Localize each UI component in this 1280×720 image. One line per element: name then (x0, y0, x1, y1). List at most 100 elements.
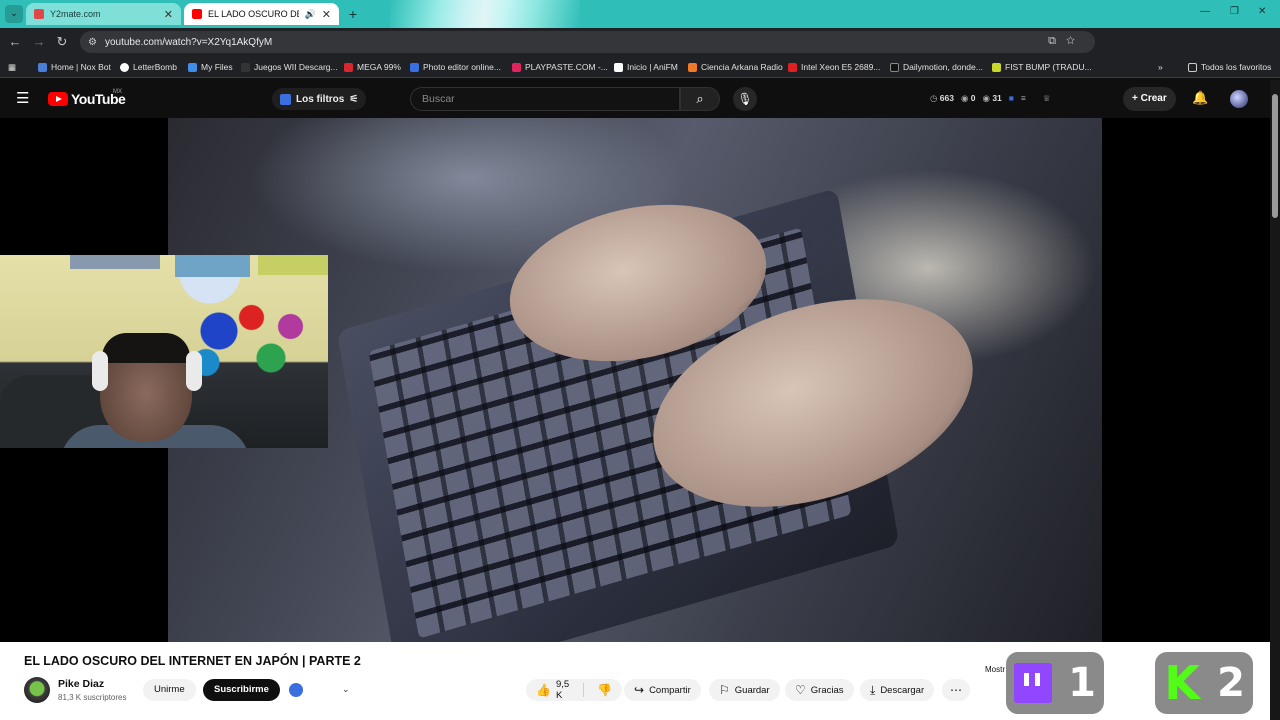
bookmark-item[interactable]: Home | Nox Bot (38, 60, 111, 74)
thanks-button[interactable]: ♡ Gracias (785, 679, 854, 701)
tab-title: EL LADO OSCURO DEL INTE (208, 9, 299, 19)
eye-icon: ◉ (960, 93, 969, 103)
menu-hamburger-icon[interactable]: ☰ (16, 91, 29, 106)
tab-title: Y2mate.com (50, 9, 101, 19)
eye-icon: ◉ (982, 93, 990, 103)
kick-number: 2 (1217, 660, 1245, 706)
filter-extension-icon (280, 93, 291, 105)
minimize-icon[interactable]: — (1200, 6, 1210, 17)
twitch-number: 1 (1068, 660, 1096, 706)
bookmark-favicon-icon (614, 62, 623, 72)
bookmark-item[interactable]: Photo editor online... (410, 60, 501, 74)
youtube-play-logo-icon (48, 92, 68, 106)
streamer-webcam-overlay (0, 255, 328, 448)
new-tab-button[interactable]: + (345, 6, 361, 22)
bookmark-item[interactable]: My Files (188, 60, 233, 74)
tab-search-menu-button[interactable]: ⌄ (5, 5, 23, 23)
bookmark-favicon-icon (188, 62, 197, 72)
thumbs-up-icon[interactable]: 👍 (536, 683, 551, 697)
download-icon: ⤓ (870, 682, 876, 697)
back-arrow-icon[interactable]: ← (7, 34, 23, 50)
bookmark-item[interactable]: PLAYPASTE.COM -... (512, 60, 608, 74)
bookmark-item[interactable]: Ciencia Arkana Radio (688, 60, 783, 74)
filters-button[interactable]: Los filtros ⚟ (272, 88, 367, 110)
omnibox[interactable]: ⚙ youtube.com/watch?v=X2Yq1AkQfyM ⧉☆ (80, 31, 1095, 53)
bookmark-item[interactable]: Inicio | AniFM (614, 60, 678, 74)
voice-search-mic-icon[interactable]: 🎙 (733, 87, 757, 111)
close-tab-icon[interactable]: ✕ (164, 8, 173, 21)
like-count: 9,5 K (555, 679, 570, 701)
reload-icon[interactable]: ↻ (54, 34, 70, 50)
channel-avatar[interactable] (24, 677, 50, 703)
all-bookmarks-folder[interactable]: Todos los favoritos (1188, 60, 1271, 74)
kick-overlay-badge: K 2 (1155, 652, 1253, 714)
audio-playing-icon[interactable]: 🔊 (305, 9, 316, 20)
bookmark-item[interactable]: Intel Xeon E5 2689... (788, 60, 880, 74)
join-button[interactable]: Unirme (143, 679, 196, 701)
bookmark-favicon-icon (241, 62, 250, 72)
address-toolbar: ← → ↻ ⚙ youtube.com/watch?v=X2Yq1AkQfyM … (0, 28, 1280, 77)
filters-label: Los filtros (296, 93, 345, 105)
save-button[interactable]: ⚐ Guardar (709, 679, 780, 701)
thumbs-down-icon[interactable]: 👎 (597, 683, 612, 697)
bookmark-favicon-icon (788, 62, 797, 72)
bookmark-favicon-icon (512, 62, 521, 72)
create-label: Crear (1140, 93, 1167, 104)
apps-grid-icon[interactable]: ▦ (8, 60, 16, 74)
omnibox-actions[interactable]: ⧉☆ (1048, 35, 1085, 48)
trophy-icon: ♕ (1042, 93, 1051, 103)
bookmark-favicon-icon (120, 62, 129, 72)
subscribe-button[interactable]: Suscribirme (203, 679, 280, 701)
bookmark-item[interactable]: LetterBomb (120, 60, 177, 74)
scrollbar-thumb[interactable] (1272, 94, 1278, 218)
site-info-icon[interactable]: ⚙ (88, 37, 97, 48)
ellipsis-icon: ⋯ (950, 683, 962, 697)
stat-value: 0 (970, 93, 976, 103)
create-button[interactable]: + Crear (1123, 87, 1176, 111)
sliders-icon: ⚟ (349, 93, 359, 105)
subscriber-count: 81,3 K suscriptores (58, 693, 127, 702)
theme-artwork (390, 0, 580, 28)
channel-name[interactable]: Pike Diaz (58, 678, 104, 690)
tab-youtube-video[interactable]: EL LADO OSCURO DEL INTE 🔊 ✕ (184, 3, 339, 25)
notifications-bell-icon[interactable]: 🔔 (1192, 90, 1208, 106)
video-player[interactable] (0, 118, 1270, 642)
more-bookmarks-chevron-icon[interactable]: » (1158, 60, 1163, 74)
stat-value: 663 (939, 93, 954, 103)
bookmark-item[interactable]: FIST BUMP (TRADU... (992, 60, 1092, 74)
search-button[interactable]: ⌕ (680, 87, 720, 111)
forward-arrow-icon[interactable]: → (31, 34, 47, 50)
tab-y2mate[interactable]: Y2mate.com ✕ (26, 3, 181, 25)
bookmark-favicon-icon (410, 62, 419, 72)
bookmark-favicon-icon (38, 62, 47, 72)
maximize-icon[interactable]: ❐ (1230, 6, 1239, 17)
plus-icon: + (1132, 93, 1138, 104)
close-tab-icon[interactable]: ✕ (322, 8, 331, 21)
y2mate-favicon-icon (34, 9, 44, 19)
extension-icon: ■ (1008, 93, 1014, 103)
close-window-icon[interactable]: ✕ (1258, 6, 1266, 17)
bookmark-item[interactable]: Juegos WII Descarg... (241, 60, 338, 74)
search-icon: ⌕ (696, 91, 704, 106)
download-button[interactable]: ⤓ Descargar (860, 679, 935, 701)
share-button[interactable]: ↪ Compartir (624, 679, 701, 701)
twitch-logo-icon (1014, 663, 1053, 703)
share-arrow-icon: ↪ (634, 683, 645, 697)
video-title: EL LADO OSCURO DEL INTERNET EN JAPÓN | P… (24, 654, 361, 668)
extension-icon[interactable] (289, 683, 303, 697)
like-dislike-group[interactable]: 👍 9,5 K 👎 (526, 679, 622, 701)
chevron-down-icon[interactable]: ⌄ (342, 684, 350, 695)
more-actions-button[interactable]: ⋯ (942, 679, 970, 701)
bookmark-icon: ⚐ (719, 683, 730, 697)
youtube-masthead: ☰ YouTube MX Los filtros ⚟ Buscar ⌕ 🎙 ◷ … (0, 80, 1280, 118)
extension-stats[interactable]: ◷ 663 ◉ 0 ◉ 31 ■ ≡ ♕ (930, 93, 1051, 104)
bookmark-item[interactable]: MEGA 99% (344, 60, 401, 74)
account-avatar[interactable] (1230, 90, 1248, 108)
youtube-favicon-icon (192, 9, 202, 19)
region-code: MX (113, 89, 122, 95)
page-scrollbar[interactable] (1270, 80, 1280, 720)
url-text[interactable]: youtube.com/watch?v=X2Yq1AkQfyM (105, 37, 272, 48)
search-input[interactable]: Buscar (410, 87, 680, 111)
headphones (92, 351, 108, 391)
bookmark-item[interactable]: Dailymotion, donde... (890, 60, 983, 74)
